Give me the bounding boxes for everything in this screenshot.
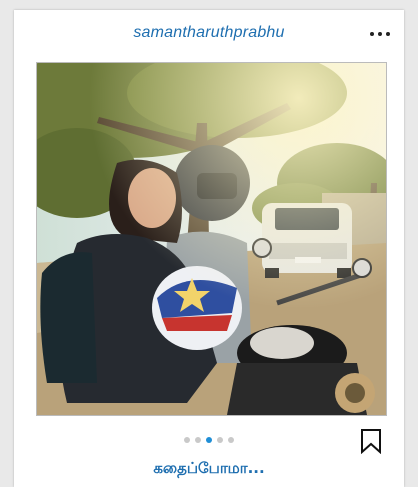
dot	[386, 32, 390, 36]
dot	[378, 32, 382, 36]
bookmark-icon[interactable]	[360, 428, 382, 455]
post-username[interactable]: samantharuthprabhu	[14, 24, 404, 42]
post-caption: கதைப்போமா...	[153, 459, 265, 477]
pager-dot-active[interactable]	[206, 437, 212, 443]
pager-dot[interactable]	[217, 437, 223, 443]
more-options-icon[interactable]	[370, 30, 390, 38]
carousel-pager	[14, 437, 404, 443]
post-card: samantharuthprabhu கதைப்போமா...	[14, 10, 404, 487]
pager-dot[interactable]	[228, 437, 234, 443]
pager-dot[interactable]	[184, 437, 190, 443]
post-photo[interactable]	[36, 62, 387, 416]
dot	[370, 32, 374, 36]
pager-dot[interactable]	[195, 437, 201, 443]
